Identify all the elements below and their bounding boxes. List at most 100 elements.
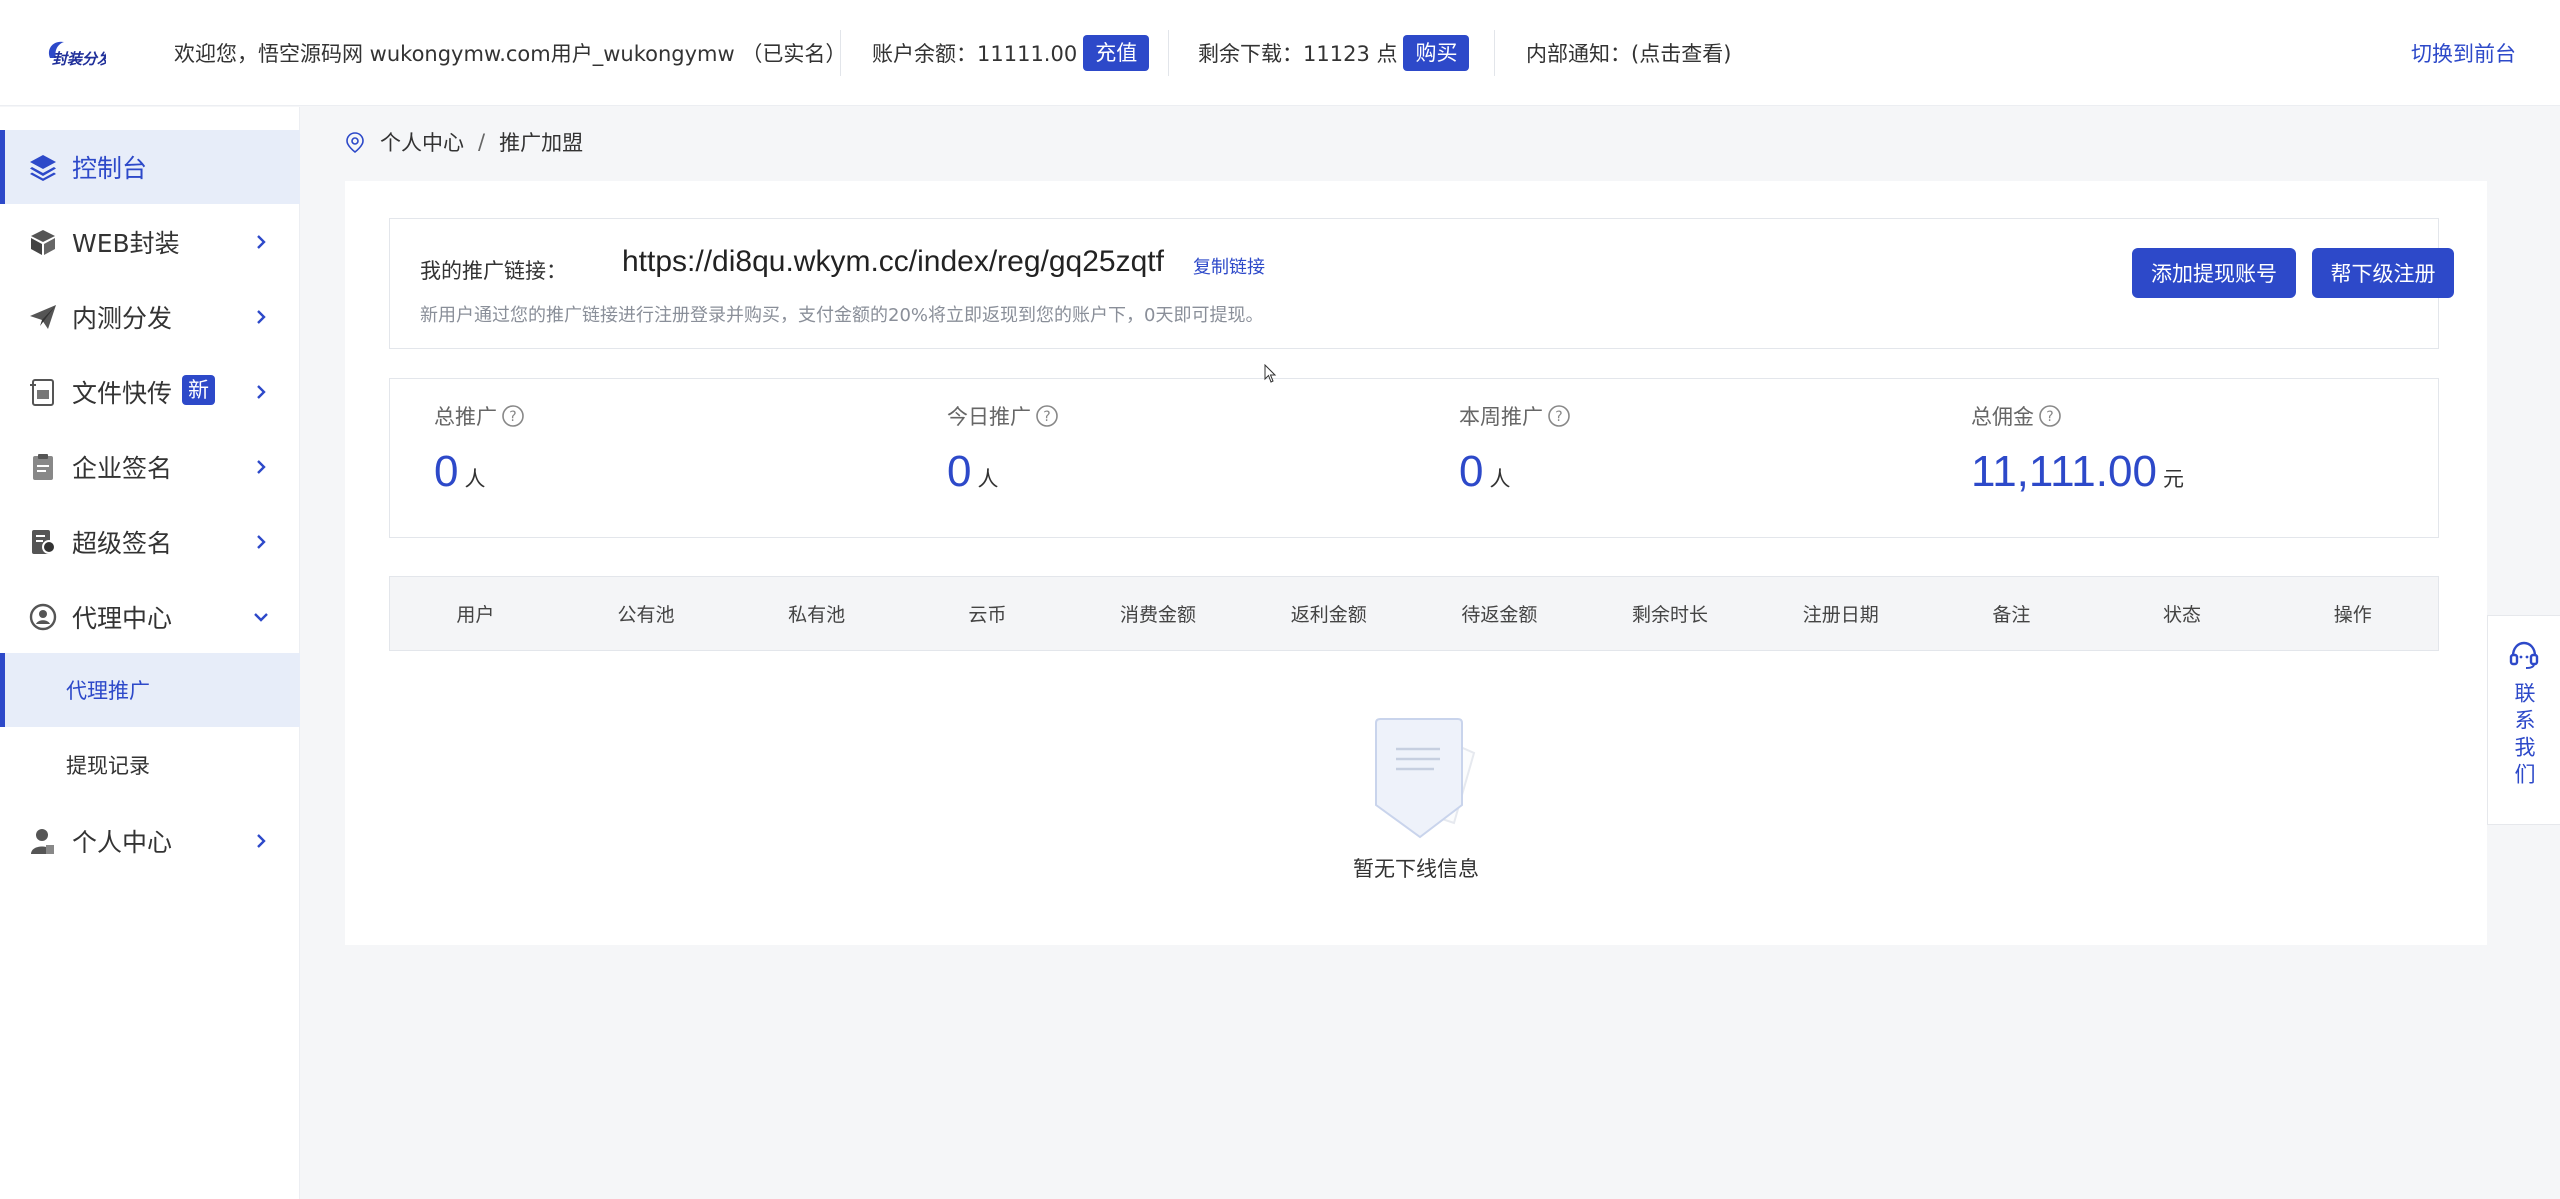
welcome-text: 欢迎您，悟空源码网 wukongymw.com用户_wukongymw （已实名… (174, 42, 847, 66)
buy-button[interactable]: 购买 (1403, 35, 1470, 71)
contact-us-float[interactable]: 联系我们 (2487, 615, 2560, 825)
mouse-cursor-icon (1264, 364, 1277, 383)
certificate-icon (32, 530, 56, 554)
help-icon[interactable]: ? (2038, 404, 2062, 428)
column-header: 私有池 (788, 604, 846, 626)
column-header: 用户 (456, 604, 495, 626)
breadcrumb: 个人中心 / 推广加盟 (344, 126, 583, 158)
column-header: 消费金额 (1120, 604, 1197, 626)
svg-text:?: ? (1555, 409, 1562, 425)
stat-unit: 人 (464, 468, 486, 491)
empty-document-icon (1375, 718, 1476, 839)
sidebar-item-label: WEB封装 (72, 229, 180, 258)
register-subordinate-button[interactable]: 帮下级注册 (2312, 248, 2454, 298)
stat-unit: 人 (977, 468, 999, 491)
stat-unit: 元 (2162, 468, 2184, 491)
empty-text: 暂无下线信息 (1353, 857, 1479, 881)
sidebar-item-label: 超级签名 (72, 529, 173, 558)
notice-link[interactable]: 内部通知：(点击查看) (1526, 0, 1731, 106)
sidebar-item-file-transfer[interactable]: 文件快传 新 (0, 355, 300, 429)
sidebar-item-label: 代理中心 (72, 604, 173, 633)
sidebar-item-label: 个人中心 (72, 828, 173, 857)
svg-text:?: ? (1043, 409, 1050, 425)
sidebar-item-label: 内测分发 (72, 304, 173, 333)
sidebar-item-personal-center[interactable]: 个人中心 (0, 804, 300, 878)
stat-value: 11,111.00 (1971, 447, 2157, 496)
column-header: 剩余时长 (1632, 604, 1709, 626)
logo-text: 封装分发 (52, 50, 106, 68)
empty-state: 暂无下线信息 (345, 713, 2487, 883)
header-divider (1494, 30, 1495, 76)
chevron-right-icon (257, 834, 266, 848)
contact-us-label: 联系我们 (2512, 682, 2536, 790)
sidebar-item-console[interactable]: 控制台 (0, 130, 300, 204)
svg-text:?: ? (2046, 409, 2053, 425)
headset-icon (2509, 641, 2539, 669)
stat-label: 总佣金 (1971, 405, 2034, 429)
sidebar-subitem-label: 提现记录 (66, 754, 150, 778)
chevron-right-icon (257, 235, 266, 249)
downloads-section: 剩余下载：11123 点 购买 (1198, 0, 1470, 106)
file-transfer-icon (30, 379, 54, 406)
location-pin-icon (346, 132, 364, 153)
main-card: 我的推广链接： https://di8qu.wkym.cc/index/reg/… (345, 181, 2487, 945)
chevron-right-icon (257, 310, 266, 324)
agent-icon (29, 603, 57, 631)
column-header: 注册日期 (1802, 604, 1879, 626)
box-icon (31, 230, 55, 255)
sidebar-item-enterprise-sign[interactable]: 企业签名 (0, 430, 300, 504)
stat-label: 本周推广 (1459, 405, 1543, 429)
sidebar-item-label: 控制台 (72, 154, 148, 183)
column-header: 待返金额 (1461, 604, 1538, 626)
logo[interactable]: 封装分发 (44, 36, 106, 70)
sidebar-item-label: 企业签名 (72, 454, 173, 483)
stat-unit: 人 (1489, 468, 1511, 491)
recharge-button[interactable]: 充值 (1083, 35, 1150, 71)
stat-label: 总推广 (434, 405, 497, 429)
layers-icon (30, 155, 56, 181)
stat-total-promotion: 总推广 ? 0 人 (434, 401, 525, 497)
sidebar-subitem-label: 代理推广 (66, 679, 150, 703)
header-divider (1168, 30, 1169, 76)
promo-link-url[interactable]: https://di8qu.wkym.cc/index/reg/gq25zqtf (622, 245, 1164, 279)
stat-today-promotion: 今日推广 ? 0 人 (947, 401, 1059, 497)
switch-frontend-link[interactable]: 切换到前台 (2411, 0, 2516, 106)
copy-link-button[interactable]: 复制链接 (1193, 253, 1265, 279)
stat-value: 0 (434, 447, 459, 496)
sidebar-item-beta-distribution[interactable]: 内测分发 (0, 280, 300, 354)
column-header: 操作 (2333, 604, 2372, 626)
chevron-right-icon (257, 460, 266, 474)
stat-week-promotion: 本周推广 ? 0 人 (1459, 401, 1571, 497)
promo-link-box: 我的推广链接： https://di8qu.wkym.cc/index/reg/… (389, 218, 2454, 349)
column-header: 状态 (2163, 604, 2202, 626)
help-icon[interactable]: ? (501, 404, 525, 428)
chevron-right-icon (257, 385, 266, 399)
chevron-right-icon (257, 535, 266, 549)
stat-value: 0 (947, 447, 972, 496)
sidebar-item-agent-center[interactable]: 代理中心 (0, 580, 300, 654)
sidebar-item-super-sign[interactable]: 超级签名 (0, 505, 300, 579)
help-icon[interactable]: ? (1035, 404, 1059, 428)
stat-value: 0 (1459, 447, 1484, 496)
sidebar-item-web-wrap[interactable]: WEB封装 (0, 205, 300, 279)
column-header: 云币 (968, 604, 1007, 626)
top-header: 封装分发 欢迎您，悟空源码网 wukongymw.com用户_wukongymw… (0, 0, 2560, 106)
balance-label: 账户余额：11111.00 (872, 42, 1078, 66)
new-badge: 新 (182, 375, 215, 405)
svg-text:?: ? (509, 409, 516, 425)
column-header: 返利金额 (1290, 604, 1367, 626)
table-header: 用户 公有池 私有池 云币 消费金额 返利金额 待返金额 剩余时长 注册日期 备… (389, 576, 2439, 651)
header-divider (840, 30, 841, 76)
add-withdraw-account-button[interactable]: 添加提现账号 (2132, 248, 2296, 298)
paper-plane-icon (30, 305, 56, 329)
breadcrumb-promotion: 推广加盟 (499, 131, 584, 155)
breadcrumb-personal-center[interactable]: 个人中心 (380, 127, 464, 157)
column-header: 公有池 (617, 604, 675, 626)
balance-section: 账户余额：11111.00 充值 (872, 0, 1150, 106)
sidebar-subitem-withdraw-records[interactable]: 提现记录 (0, 728, 300, 802)
sidebar-subitem-agent-promotion[interactable]: 代理推广 (0, 653, 300, 727)
chevron-down-icon (254, 613, 268, 622)
breadcrumb-separator: / (478, 130, 486, 154)
help-icon[interactable]: ? (1547, 404, 1571, 428)
stat-label: 今日推广 (947, 405, 1031, 429)
